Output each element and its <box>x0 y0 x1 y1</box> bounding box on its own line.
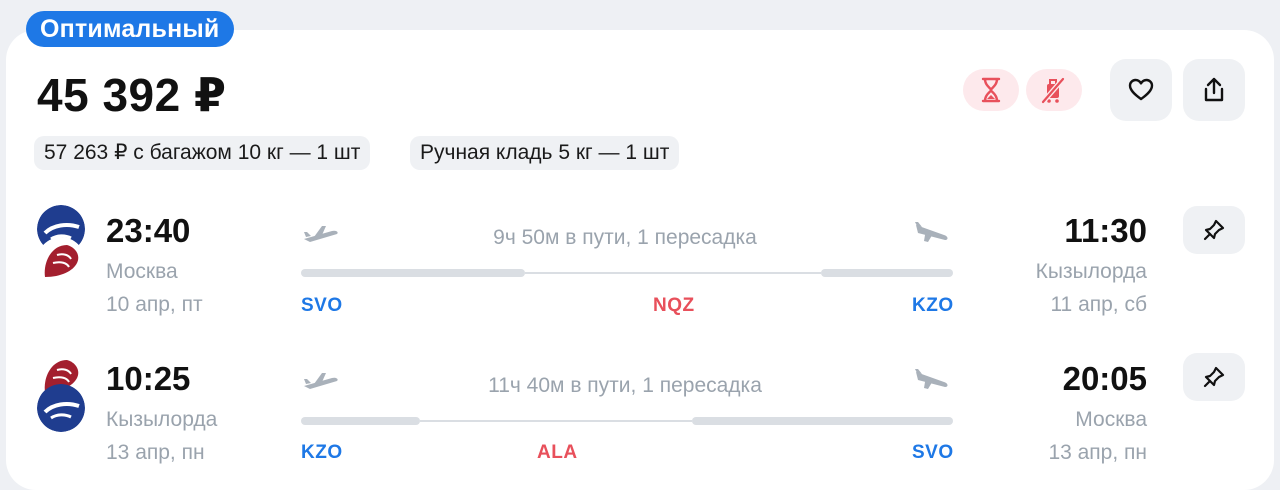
pin-icon <box>1203 219 1225 241</box>
share-button[interactable] <box>1183 59 1245 121</box>
arrival-time: 11:30 <box>1064 212 1147 249</box>
arrival-time: 20:05 <box>1062 360 1147 397</box>
departure-time: 10:25 <box>106 360 191 397</box>
layover-line <box>525 272 821 274</box>
destination-airport-code: KZO <box>912 295 954 316</box>
no-baggage-pill[interactable] <box>1026 69 1082 111</box>
departure-city: Кызылорда <box>106 408 218 431</box>
arrival-date: 13 апр, пн <box>1048 441 1147 464</box>
origin-airport-code: SVO <box>301 295 343 316</box>
departure-city: Москва <box>106 260 178 283</box>
flight-duration: 9ч 50м в пути, 1 пересадка <box>493 226 757 249</box>
landing-icon <box>915 369 948 389</box>
flight-leg-bar <box>301 417 420 425</box>
short-layover-pill[interactable] <box>963 69 1019 111</box>
takeoff-icon <box>304 226 338 242</box>
arrival-date: 11 апр, сб <box>1050 293 1147 316</box>
departure-date: 13 апр, пн <box>106 441 205 464</box>
departure-time: 23:40 <box>106 212 191 249</box>
layover-airport-code: ALA <box>537 442 578 463</box>
layover-line <box>420 420 692 422</box>
no-baggage-icon <box>1041 77 1065 104</box>
airline-logo-aeroflot <box>37 384 85 432</box>
favorite-button[interactable] <box>1110 59 1172 121</box>
flight-leg-bar <box>301 269 525 277</box>
pin-button[interactable] <box>1183 353 1245 401</box>
landing-icon <box>915 222 948 242</box>
flight-leg-bar <box>692 417 953 425</box>
share-icon <box>1204 77 1224 102</box>
flight-leg-bar <box>821 269 953 277</box>
departure-date: 10 апр, пт <box>106 293 203 316</box>
layover-airport-code: NQZ <box>653 295 695 316</box>
airline-logo-scat <box>37 237 85 285</box>
ticket-price: 45 392 ₽ <box>37 69 227 121</box>
baggage-price-chip[interactable]: 57 263 ₽ с багажом 10 кг — 1 шт <box>34 136 371 170</box>
flight-duration: 11ч 40м в пути, 1 пересадка <box>488 374 762 397</box>
pin-icon <box>1203 366 1225 388</box>
hand-luggage-chip[interactable]: Ручная кладь 5 кг — 1 шт <box>410 136 680 170</box>
pin-button[interactable] <box>1183 206 1245 254</box>
destination-airport-code: SVO <box>912 442 954 463</box>
arrival-city: Москва <box>1075 408 1147 431</box>
optimal-badge: Оптимальный <box>26 11 234 47</box>
hourglass-icon <box>981 77 1001 103</box>
origin-airport-code: KZO <box>301 442 343 463</box>
takeoff-icon <box>304 373 338 389</box>
arrival-city: Кызылорда <box>1035 260 1147 283</box>
heart-icon <box>1128 78 1154 101</box>
